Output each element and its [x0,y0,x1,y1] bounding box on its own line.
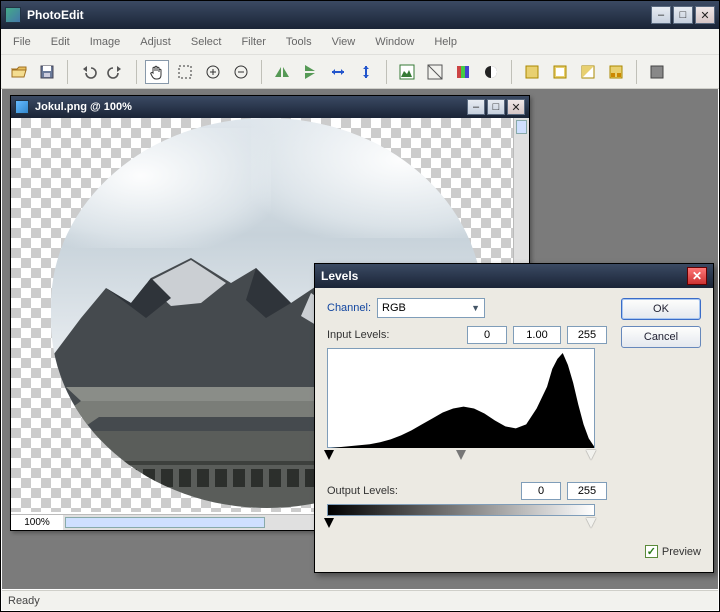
scrollbar-thumb[interactable] [65,517,265,528]
app-titlebar: PhotoEdit – □ ✕ [1,1,719,29]
menu-window[interactable]: Window [367,32,422,52]
menu-edit[interactable]: Edit [43,32,78,52]
levels-close-button[interactable]: ✕ [687,267,707,285]
chevron-down-icon: ▼ [471,303,480,313]
zoom-out-icon[interactable] [229,60,253,84]
flip-v-icon[interactable] [298,60,322,84]
menu-filter[interactable]: Filter [233,32,273,52]
menu-help[interactable]: Help [426,32,465,52]
toolbar [1,55,719,89]
output-gradient [327,504,595,516]
document-maximize-button[interactable]: □ [487,99,505,115]
preview-label: Preview [662,546,701,558]
crop-icon[interactable] [645,60,669,84]
channel-label: Channel: [327,302,371,314]
levels-icon[interactable] [395,60,419,84]
document-title: Jokul.png @ 100% [35,101,467,113]
input-white-field[interactable]: 255 [567,326,607,344]
rotate-r-icon[interactable] [548,60,572,84]
levels-titlebar[interactable]: Levels ✕ [315,264,713,288]
input-gamma-field[interactable]: 1.00 [513,326,561,344]
channel-select[interactable]: RGB ▼ [377,298,485,318]
flip-h-icon[interactable] [270,60,294,84]
workspace: Jokul.png @ 100% – □ ✕ [2,89,718,589]
zoom-in-icon[interactable] [201,60,225,84]
ok-button[interactable]: OK [621,298,701,320]
document-minimize-button[interactable]: – [467,99,485,115]
input-white-handle[interactable] [586,450,596,460]
histogram [327,348,595,448]
menu-view[interactable]: View [324,32,364,52]
input-black-field[interactable]: 0 [467,326,507,344]
window-buttons: – □ ✕ [651,6,715,24]
preview-checkbox[interactable]: ✓ [645,545,658,558]
menu-adjust[interactable]: Adjust [132,32,179,52]
grayscale-icon[interactable] [479,60,503,84]
output-slider[interactable] [327,518,595,532]
save-icon[interactable] [35,60,59,84]
menu-image[interactable]: Image [82,32,129,52]
menu-tools[interactable]: Tools [278,32,320,52]
brightness-icon[interactable] [423,60,447,84]
rotate-180-icon[interactable] [576,60,600,84]
marquee-icon[interactable] [173,60,197,84]
app-window: PhotoEdit – □ ✕ File Edit Image Adjust S… [0,0,720,612]
cancel-button[interactable]: Cancel [621,326,701,348]
input-levels-label: Input Levels: [327,329,389,341]
resize-h-icon[interactable] [326,60,350,84]
app-title: PhotoEdit [27,8,651,22]
document-close-button[interactable]: ✕ [507,99,525,115]
output-black-handle[interactable] [324,518,334,528]
scrollbar-thumb[interactable] [516,120,527,134]
status-text: Ready [8,595,40,607]
minimize-button[interactable]: – [651,6,671,24]
preview-toggle[interactable]: ✓ Preview [645,545,701,558]
statusbar: Ready [2,590,718,610]
input-black-handle[interactable] [324,450,334,460]
output-black-field[interactable]: 0 [521,482,561,500]
levels-title: Levels [321,269,687,283]
input-gamma-handle[interactable] [456,450,466,460]
menu-file[interactable]: File [5,32,39,52]
menu-select[interactable]: Select [183,32,230,52]
output-levels-label: Output Levels: [327,485,398,497]
channel-value: RGB [382,302,406,314]
document-icon [15,100,29,114]
close-button[interactable]: ✕ [695,6,715,24]
output-white-handle[interactable] [586,518,596,528]
document-titlebar[interactable]: Jokul.png @ 100% – □ ✕ [11,96,529,118]
document-zoom-readout[interactable]: 100% [11,514,63,530]
levels-dialog: Levels ✕ Channel: RGB ▼ Input Levels: [314,263,714,573]
output-white-field[interactable]: 255 [567,482,607,500]
redo-icon[interactable] [104,60,128,84]
input-slider[interactable] [327,450,595,464]
open-icon[interactable] [7,60,31,84]
canvas-icon[interactable] [604,60,628,84]
rotate-l-icon[interactable] [520,60,544,84]
maximize-button[interactable]: □ [673,6,693,24]
undo-icon[interactable] [76,60,100,84]
menubar: File Edit Image Adjust Select Filter Too… [1,29,719,55]
hue-icon[interactable] [451,60,475,84]
resize-v-icon[interactable] [354,60,378,84]
app-icon [5,7,21,23]
hand-icon[interactable] [145,60,169,84]
